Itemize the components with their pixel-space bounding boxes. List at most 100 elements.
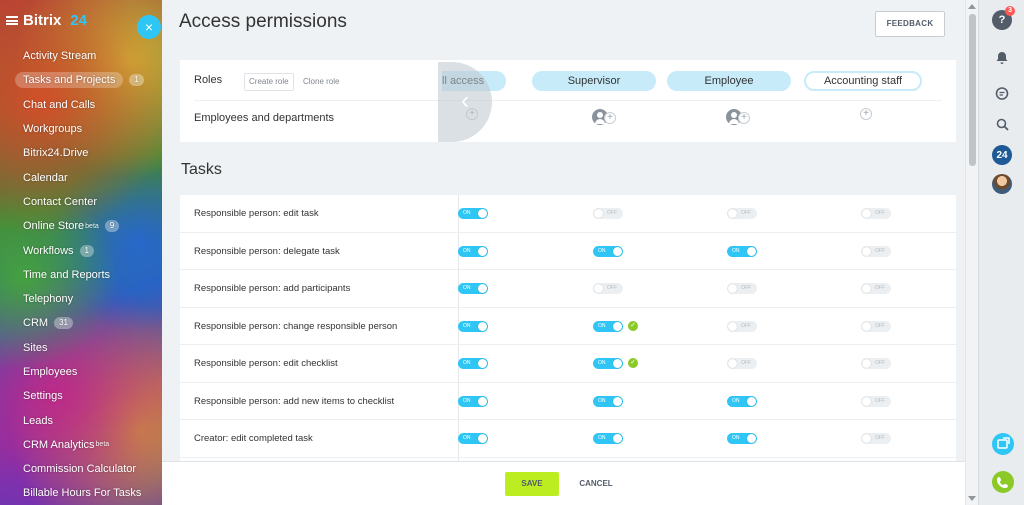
permission-toggle[interactable]: OFF (861, 358, 891, 369)
permission-toggle[interactable]: ON (593, 433, 623, 444)
sidebar-item[interactable]: Contact Center (0, 190, 162, 214)
sidebar-item[interactable]: Settings (0, 384, 162, 408)
bell-icon[interactable] (992, 48, 1012, 68)
toggle-knob (728, 321, 737, 331)
bitrix24-icon[interactable]: 24 (992, 145, 1012, 165)
role-employee[interactable]: Employee (667, 71, 791, 91)
sidebar-item-label: Settings (23, 390, 63, 403)
permission-toggle[interactable]: ON (727, 245, 757, 257)
permission-row: Responsible person: edit checklist ON ON ✓ O… (180, 345, 956, 383)
permission-toggle[interactable]: OFF (727, 358, 757, 369)
permission-toggle[interactable]: OFF (593, 208, 623, 219)
vertical-scrollbar[interactable] (965, 0, 978, 505)
permission-toggle[interactable]: OFF (861, 395, 891, 407)
add-member-icon[interactable]: + (738, 112, 750, 124)
sidebar-item[interactable]: Telephony (0, 287, 162, 311)
sidebar-item[interactable]: Commission Calculator (0, 457, 162, 481)
close-slider-button[interactable]: × (137, 15, 161, 39)
sidebar-item[interactable]: Leads (0, 408, 162, 432)
toggle-state-label: ON (463, 322, 471, 329)
scroll-down-icon[interactable] (968, 496, 976, 501)
toggle-knob (862, 359, 871, 368)
toggle-state-label: ON (598, 322, 606, 329)
permission-toggle[interactable]: OFF (727, 208, 757, 219)
toggle-state-label: OFF (607, 285, 617, 291)
toggle-state-label: ON (732, 397, 740, 404)
toggle-knob (594, 209, 603, 218)
brand-name: Bitrix (23, 12, 62, 29)
scrollbar-thumb[interactable] (969, 14, 976, 166)
permission-toggle[interactable]: ON (458, 320, 488, 332)
toggle-knob (613, 396, 622, 406)
permission-toggle[interactable]: OFF (861, 208, 891, 219)
counter-badge: 1 (79, 244, 94, 257)
sidebar-item[interactable]: Calendar (0, 165, 162, 189)
role-accounting-staff-input[interactable]: Accounting staff (804, 71, 922, 91)
sidebar-item[interactable]: CRM 31 (0, 311, 162, 335)
add-member-icon[interactable]: + (604, 112, 616, 124)
toggle-state-label: OFF (741, 285, 751, 291)
brand-logo[interactable]: Bitrix 24 (6, 12, 87, 29)
toggle-state-label: OFF (875, 435, 885, 441)
save-button[interactable]: SAVE (505, 472, 559, 496)
role-supervisor[interactable]: Supervisor (532, 71, 656, 91)
sidebar-item[interactable]: Tasks and Projects 1 (0, 68, 162, 92)
toggle-state-label: OFF (741, 322, 751, 329)
permission-toggle[interactable]: ON (458, 245, 488, 257)
add-member-icon[interactable]: + (860, 108, 872, 120)
permission-toggle[interactable]: OFF (861, 433, 891, 444)
permission-toggle[interactable]: OFF (861, 245, 891, 257)
clone-role-button[interactable]: Clone role (300, 73, 342, 91)
chat-icon[interactable] (992, 84, 1012, 104)
permission-toggle[interactable]: OFF (727, 320, 757, 332)
counter-badge: 31 (54, 317, 73, 330)
permission-toggle[interactable]: ON (593, 395, 623, 407)
sidebar-item[interactable]: Activity Stream (0, 44, 162, 68)
toggle-knob (613, 246, 622, 256)
toggle-knob (862, 209, 871, 218)
left-sidebar: Bitrix 24 Activity Stream Tasks and Proje… (0, 0, 162, 505)
permission-toggle[interactable]: ON (458, 208, 488, 219)
permission-toggle[interactable]: ON (458, 395, 488, 407)
permission-toggle[interactable]: OFF (861, 320, 891, 332)
permission-toggle[interactable]: OFF (861, 283, 891, 294)
permission-toggle[interactable]: ON (458, 433, 488, 444)
sidebar-item-label: Calendar (23, 171, 68, 184)
phone-call-icon[interactable] (992, 471, 1014, 493)
user-avatar[interactable] (992, 174, 1012, 194)
sidebar-item[interactable]: Sites (0, 336, 162, 360)
beta-label: beta (95, 441, 110, 449)
permission-toggle[interactable]: ON (593, 358, 623, 369)
tasks-permissions-table: Responsible person: edit task ON OFF OFF OFF… (180, 195, 956, 461)
share-screen-icon[interactable] (992, 433, 1014, 455)
sidebar-item[interactable]: Time and Reports (0, 263, 162, 287)
menu-icon[interactable] (6, 16, 18, 25)
permission-toggle[interactable]: ON (458, 358, 488, 369)
scroll-up-icon[interactable] (968, 4, 976, 9)
sidebar-item[interactable]: CRM Analytics beta (0, 433, 162, 457)
toggle-state-label: OFF (875, 210, 885, 216)
help-icon[interactable]: ? 3 (992, 6, 1015, 30)
create-role-button[interactable]: Create role (244, 73, 294, 91)
permission-toggle[interactable]: ON (727, 395, 757, 407)
sidebar-item[interactable]: Workgroups (0, 117, 162, 141)
search-icon[interactable] (992, 114, 1012, 134)
sidebar-item[interactable]: Online Store beta 9 (0, 214, 162, 238)
feedback-button[interactable]: FEEDBACK (875, 11, 945, 37)
permission-toggle[interactable]: OFF (727, 283, 757, 294)
toggle-state-label: ON (732, 435, 740, 441)
permission-toggle[interactable]: ON (593, 245, 623, 257)
sidebar-item[interactable]: Employees (0, 360, 162, 384)
permission-toggle[interactable]: ON (727, 433, 757, 444)
permission-toggle[interactable]: OFF (593, 283, 623, 294)
counter-badge: 9 (104, 220, 120, 233)
permission-toggle[interactable]: ON (458, 283, 488, 294)
cancel-button[interactable]: CANCEL (578, 472, 614, 496)
toggle-state-label: OFF (607, 210, 617, 216)
sidebar-item[interactable]: Workflows 1 (0, 238, 162, 262)
sidebar-item[interactable]: Billable Hours For Tasks (0, 481, 162, 505)
sidebar-item[interactable]: Chat and Calls (0, 93, 162, 117)
sidebar-item[interactable]: Bitrix24.Drive (0, 141, 162, 165)
sidebar-item-label: Workgroups (23, 123, 83, 136)
permission-toggle[interactable]: ON (593, 320, 623, 332)
